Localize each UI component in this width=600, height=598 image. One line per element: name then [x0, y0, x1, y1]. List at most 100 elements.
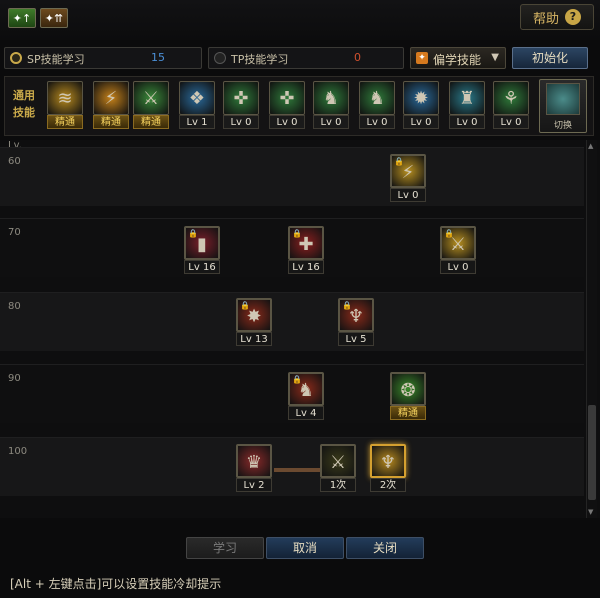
lock-icon: 🔒 [444, 229, 454, 238]
skill-glyph: ♞ [368, 88, 386, 109]
skill-glyph: ⚔ [329, 452, 347, 473]
swap-skills-button[interactable]: 切换 [539, 79, 587, 133]
sp-up-button[interactable]: ✦↑ [8, 8, 36, 28]
close-button[interactable]: 关闭 [346, 537, 424, 559]
cooldown-hint: [Alt + 左键点击]可以设置技能冷却提示 [10, 577, 222, 591]
learn-button[interactable]: 学习 [186, 537, 264, 559]
common-skill[interactable]: ⚘ Lv 0 [493, 81, 529, 131]
scroll-down-icon[interactable]: ▼ [588, 508, 593, 516]
leaping-warrior-icon: ⚔ [133, 81, 169, 115]
skill-80-b[interactable]: ♆ 🔒 Lv 5 [338, 298, 374, 348]
skill-100-b[interactable]: ⚔ 1次 [320, 444, 356, 494]
common-skill[interactable]: ♞ Lv 0 [359, 81, 395, 131]
skill-glyph: ❂ [400, 380, 416, 401]
skill-70-a[interactable]: ▮ 🔒 Lv 16 [184, 226, 220, 276]
claw-slash-icon: ≋ [47, 81, 83, 115]
skill-level: Lv 0 [449, 115, 485, 129]
orange-sword-icon: ✦ [416, 52, 428, 64]
skill-filter-dropdown[interactable]: ✦ 偏学技能 ▼ [410, 47, 506, 69]
swap-label: 切换 [553, 121, 572, 131]
skill-level: Lv 0 [223, 115, 259, 129]
blue-pillar-icon: ▮ 🔒 [184, 226, 220, 260]
spirit-wings-icon: ❖ [179, 81, 215, 115]
common-skill[interactable]: ♜ Lv 0 [449, 81, 485, 131]
skill-tree: Lv. 60 70 80 90 100 ⚡ 🔒 Lv 0 ▮ 🔒 Lv 16 ✚ 🔒 Lv 16… [0, 140, 600, 518]
common-skill[interactable]: ✜ Lv 0 [269, 81, 305, 131]
common-skill[interactable]: ≋ 精通 [47, 81, 83, 131]
level-label-70: 70 [8, 227, 21, 238]
skill-glyph: ✜ [233, 88, 249, 109]
green-spirit-icon: ❂ [390, 372, 426, 406]
radio-selected-icon [10, 52, 22, 64]
skill-level: Lv 0 [403, 115, 439, 129]
level-band-100: 100 [0, 437, 584, 496]
help-label: 帮助 [532, 11, 559, 27]
initialize-button[interactable]: 初始化 [512, 47, 588, 69]
skill-level: Lv 0 [313, 115, 349, 129]
common-skill[interactable]: ✜ Lv 0 [223, 81, 259, 131]
skill-tree-scrollbar[interactable]: ▲ ▼ [586, 140, 597, 518]
skill-glyph: ♜ [458, 88, 476, 109]
cancel-button[interactable]: 取消 [266, 537, 344, 559]
skill-glyph: ⚔ [142, 88, 160, 109]
gear-aura-icon: ✹ [403, 81, 439, 115]
skill-level: Lv 0 [269, 115, 305, 129]
skill-level: 精通 [47, 115, 83, 129]
skill-80-a[interactable]: ✸ 🔒 Lv 13 [236, 298, 272, 348]
tp-skill-learn-tab[interactable]: TP技能学习 0 [208, 47, 404, 69]
dropdown-selected: 偏学技能 [433, 53, 482, 67]
skill-glyph: ⚘ [502, 88, 520, 109]
skill-glyph: ♞ [322, 88, 340, 109]
common-skill[interactable]: ❖ Lv 1 [179, 81, 215, 131]
beast-icon: ⚘ [493, 81, 529, 115]
common-skill[interactable]: ⚡ 精通 [93, 81, 129, 131]
help-button[interactable]: 帮助 ? [520, 4, 594, 30]
skill-level: Lv 5 [338, 332, 374, 346]
skill-level: Lv 0 [359, 115, 395, 129]
tp-up-button[interactable]: ✦⇈ [40, 8, 68, 28]
level-label-60: 60 [8, 156, 21, 167]
lock-icon: 🔒 [188, 229, 198, 238]
skill-level: Lv 16 [184, 260, 220, 274]
skill-70-c[interactable]: ⚔ 🔒 Lv 0 [440, 226, 476, 276]
lock-icon: 🔒 [240, 301, 250, 310]
skill-level: Lv 4 [288, 406, 324, 420]
skill-glyph: ≋ [57, 88, 73, 109]
skill-100-c[interactable]: ♆ 2次 [370, 444, 406, 494]
warrior-stance-icon-2: ♞ [359, 81, 395, 115]
tp-value: 0 [354, 51, 361, 64]
skill-level: Lv 1 [179, 115, 215, 129]
sp-skill-learn-tab[interactable]: SP技能学习 15 [4, 47, 202, 69]
common-skills-bar: 通用技能 ≋ 精通 ⚡ 精通 ⚔ 精通 ❖ Lv 1 ✜ Lv 0 ✜ Lv 0 ♞ Lv 0 ♞ Lv 0 ✹… [4, 76, 594, 136]
sp-label: SP技能学习 [27, 53, 85, 66]
skill-90-a[interactable]: ♞ 🔒 Lv 4 [288, 372, 324, 422]
level-label-90: 90 [8, 373, 21, 384]
level-label-100: 100 [8, 446, 28, 457]
lock-icon: 🔒 [394, 157, 404, 166]
radio-unselected-icon [214, 52, 226, 64]
dialog-buttons: 学习 取消 关闭 [0, 537, 600, 561]
skill-glyph: ✜ [279, 88, 295, 109]
skill-60-a[interactable]: ⚡ 🔒 Lv 0 [390, 154, 426, 204]
skill-connector [274, 468, 320, 472]
level-band-60: 60 [0, 147, 584, 206]
scroll-thumb[interactable] [588, 405, 596, 500]
tp-label: TP技能学习 [231, 53, 289, 66]
common-skill[interactable]: ⚔ 精通 [133, 81, 169, 131]
lock-icon: 🔒 [292, 229, 302, 238]
common-skills-label: 通用技能 [13, 89, 35, 119]
skill-level: Lv 13 [236, 332, 272, 346]
skill-70-b[interactable]: ✚ 🔒 Lv 16 [288, 226, 324, 276]
common-skill[interactable]: ♞ Lv 0 [313, 81, 349, 131]
skill-level: Lv 2 [236, 478, 272, 492]
top-bar: ✦↑ ✦⇈ 帮助 ? [0, 0, 600, 40]
question-icon: ? [565, 9, 581, 25]
skill-level: Lv 0 [493, 115, 529, 129]
sp-value: 15 [151, 51, 165, 64]
fire-cross-icon: ✚ 🔒 [288, 226, 324, 260]
common-skill[interactable]: ✹ Lv 0 [403, 81, 439, 131]
scroll-up-icon[interactable]: ▲ [588, 142, 593, 150]
skill-100-a[interactable]: ♛ Lv 2 [236, 444, 272, 494]
skill-90-b[interactable]: ❂ 精通 [390, 372, 426, 422]
skill-level: Lv 16 [288, 260, 324, 274]
